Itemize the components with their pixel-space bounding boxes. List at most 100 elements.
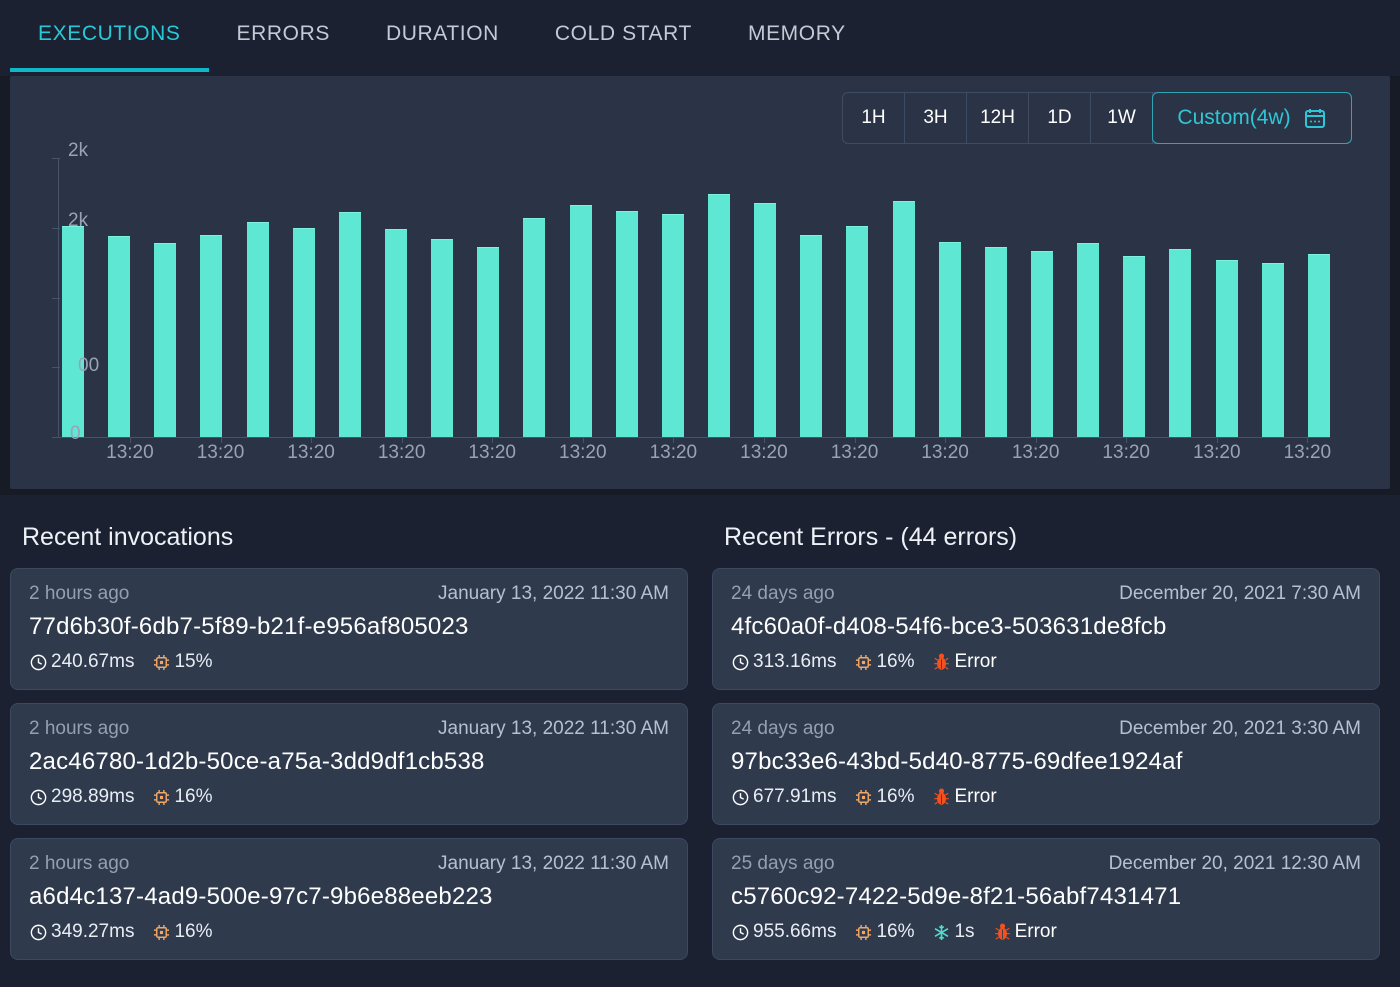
- cold-start-metric: 1s: [932, 921, 975, 943]
- tab-duration[interactable]: DURATION: [358, 0, 527, 72]
- y-tick: [52, 437, 60, 438]
- error-card[interactable]: 24 days ago December 20, 2021 7:30 AM 4fc6…: [712, 568, 1380, 690]
- memory-metric: 16%: [152, 786, 212, 808]
- tab-cold-start[interactable]: COLD START: [527, 0, 720, 72]
- invocation-id[interactable]: c5760c92-7422-5d9e-8f21-56abf7431471: [731, 883, 1361, 911]
- y-tick: [52, 158, 60, 159]
- tab-label: MEMORY: [747, 22, 846, 45]
- bar[interactable]: [938, 242, 961, 437]
- x-tick: [1216, 437, 1218, 443]
- x-axis-label: 13:20: [1193, 442, 1241, 463]
- clock-icon: [731, 923, 750, 942]
- x-tick: [129, 437, 131, 443]
- bar[interactable]: [1261, 263, 1284, 437]
- memory-value: 16%: [174, 921, 213, 942]
- x-tick: [220, 437, 222, 443]
- cpu-icon: [854, 653, 873, 672]
- bar[interactable]: [292, 228, 315, 437]
- invocation-id[interactable]: 2ac46780-1d2b-50ce-a75a-3dd9df1cb538: [29, 748, 669, 776]
- card-metrics: 349.27ms 16%: [29, 921, 669, 943]
- card-metrics: 955.66ms 16% 1s Error: [731, 921, 1361, 943]
- memory-value: 16%: [174, 786, 213, 807]
- status-label: Error: [954, 786, 997, 807]
- x-tick: [401, 437, 403, 443]
- tab-label: ERRORS: [236, 22, 330, 45]
- tab-memory[interactable]: MEMORY: [720, 0, 874, 72]
- error-card[interactable]: 25 days ago December 20, 2021 12:30 AM c57…: [712, 838, 1380, 960]
- bar[interactable]: [984, 247, 1007, 437]
- bar[interactable]: [661, 214, 684, 437]
- memory-metric: 16%: [152, 921, 212, 943]
- recent-invocations-list: 2 hours ago January 13, 2022 11:30 AM 77d6…: [10, 568, 688, 960]
- lists-region: Recent invocations 2 hours ago January 13…: [0, 495, 1400, 987]
- bar[interactable]: [569, 205, 592, 437]
- invocation-id[interactable]: a6d4c137-4ad9-500e-97c7-9b6e88eeb223: [29, 883, 669, 911]
- duration-metric: 240.67ms: [29, 651, 134, 673]
- duration-value: 240.67ms: [51, 651, 135, 672]
- y-tick: [52, 367, 60, 369]
- invocation-card[interactable]: 2 hours ago January 13, 2022 11:30 AM a6d4…: [10, 838, 688, 960]
- x-tick: [763, 437, 765, 443]
- bar[interactable]: [108, 236, 131, 437]
- bar[interactable]: [1169, 249, 1192, 437]
- cold-start-value: 1s: [954, 921, 975, 942]
- x-axis-label: 13:20: [1011, 442, 1060, 463]
- bar[interactable]: [62, 226, 84, 437]
- bar[interactable]: [1077, 243, 1100, 437]
- memory-metric: 16%: [854, 921, 914, 943]
- bar[interactable]: [615, 211, 638, 437]
- invocation-id[interactable]: 97bc33e6-43bd-5d40-8775-69dfee1924af: [731, 748, 1361, 776]
- bar[interactable]: [154, 243, 177, 437]
- x-axis-label: 13:20: [377, 442, 426, 463]
- duration-value: 349.27ms: [51, 921, 135, 942]
- relative-time: 25 days ago: [731, 853, 835, 874]
- relative-time: 2 hours ago: [29, 718, 130, 739]
- invocation-id[interactable]: 77d6b30f-6db7-5f89-b21f-e956af805023: [29, 613, 669, 641]
- cpu-icon: [152, 653, 171, 672]
- cpu-icon: [152, 788, 171, 807]
- invocation-card[interactable]: 2 hours ago January 13, 2022 11:30 AM 2ac4…: [10, 703, 688, 825]
- card-header: 2 hours ago January 13, 2022 11:30 AM: [29, 853, 669, 875]
- bar[interactable]: [338, 212, 361, 437]
- card-metrics: 313.16ms 16% Error: [731, 651, 1361, 673]
- bar[interactable]: [754, 203, 777, 437]
- y-axis-label: 2k: [68, 209, 89, 231]
- invocation-id[interactable]: 4fc60a0f-d408-54f6-bce3-503631de8fcb: [731, 613, 1361, 641]
- status-label: Error: [954, 651, 997, 672]
- bar[interactable]: [523, 218, 546, 437]
- tab-label: DURATION: [385, 22, 499, 45]
- bar[interactable]: [800, 235, 823, 437]
- memory-metric: 16%: [854, 786, 914, 808]
- tab-bar: EXECUTIONS ERRORS DURATION COLD START ME…: [0, 0, 1400, 76]
- tab-executions[interactable]: EXECUTIONS: [10, 0, 209, 72]
- bar[interactable]: [707, 194, 730, 437]
- card-metrics: 240.67ms 15%: [29, 651, 669, 673]
- bar[interactable]: [1307, 254, 1330, 437]
- x-axis-label: 13:20: [106, 442, 154, 463]
- clock-icon: [29, 923, 48, 942]
- error-card[interactable]: 24 days ago December 20, 2021 3:30 AM 97bc…: [712, 703, 1380, 825]
- bar[interactable]: [200, 235, 223, 437]
- recent-errors-list: 24 days ago December 20, 2021 7:30 AM 4fc6…: [712, 568, 1380, 960]
- memory-value: 16%: [876, 651, 915, 672]
- bar[interactable]: [1030, 251, 1053, 437]
- duration-value: 298.89ms: [51, 786, 135, 807]
- bar[interactable]: [384, 229, 407, 437]
- bar[interactable]: [846, 226, 869, 437]
- bar[interactable]: [477, 247, 500, 437]
- cpu-icon: [854, 923, 873, 942]
- bar[interactable]: [246, 222, 269, 437]
- bar[interactable]: [892, 201, 915, 437]
- invocation-card[interactable]: 2 hours ago January 13, 2022 11:30 AM 77d6…: [10, 568, 688, 690]
- card-metrics: 677.91ms 16% Error: [731, 786, 1361, 808]
- bar-series: [62, 158, 1330, 437]
- tab-errors[interactable]: ERRORS: [209, 0, 358, 72]
- bar[interactable]: [1215, 260, 1238, 437]
- status-badge: Error: [932, 786, 997, 808]
- x-tick: [854, 437, 856, 443]
- x-axis-label: 13:20: [468, 442, 516, 463]
- x-axis-label: 13:20: [559, 442, 607, 463]
- bar[interactable]: [1123, 256, 1146, 437]
- bar[interactable]: [431, 239, 454, 437]
- x-tick: [1307, 437, 1309, 443]
